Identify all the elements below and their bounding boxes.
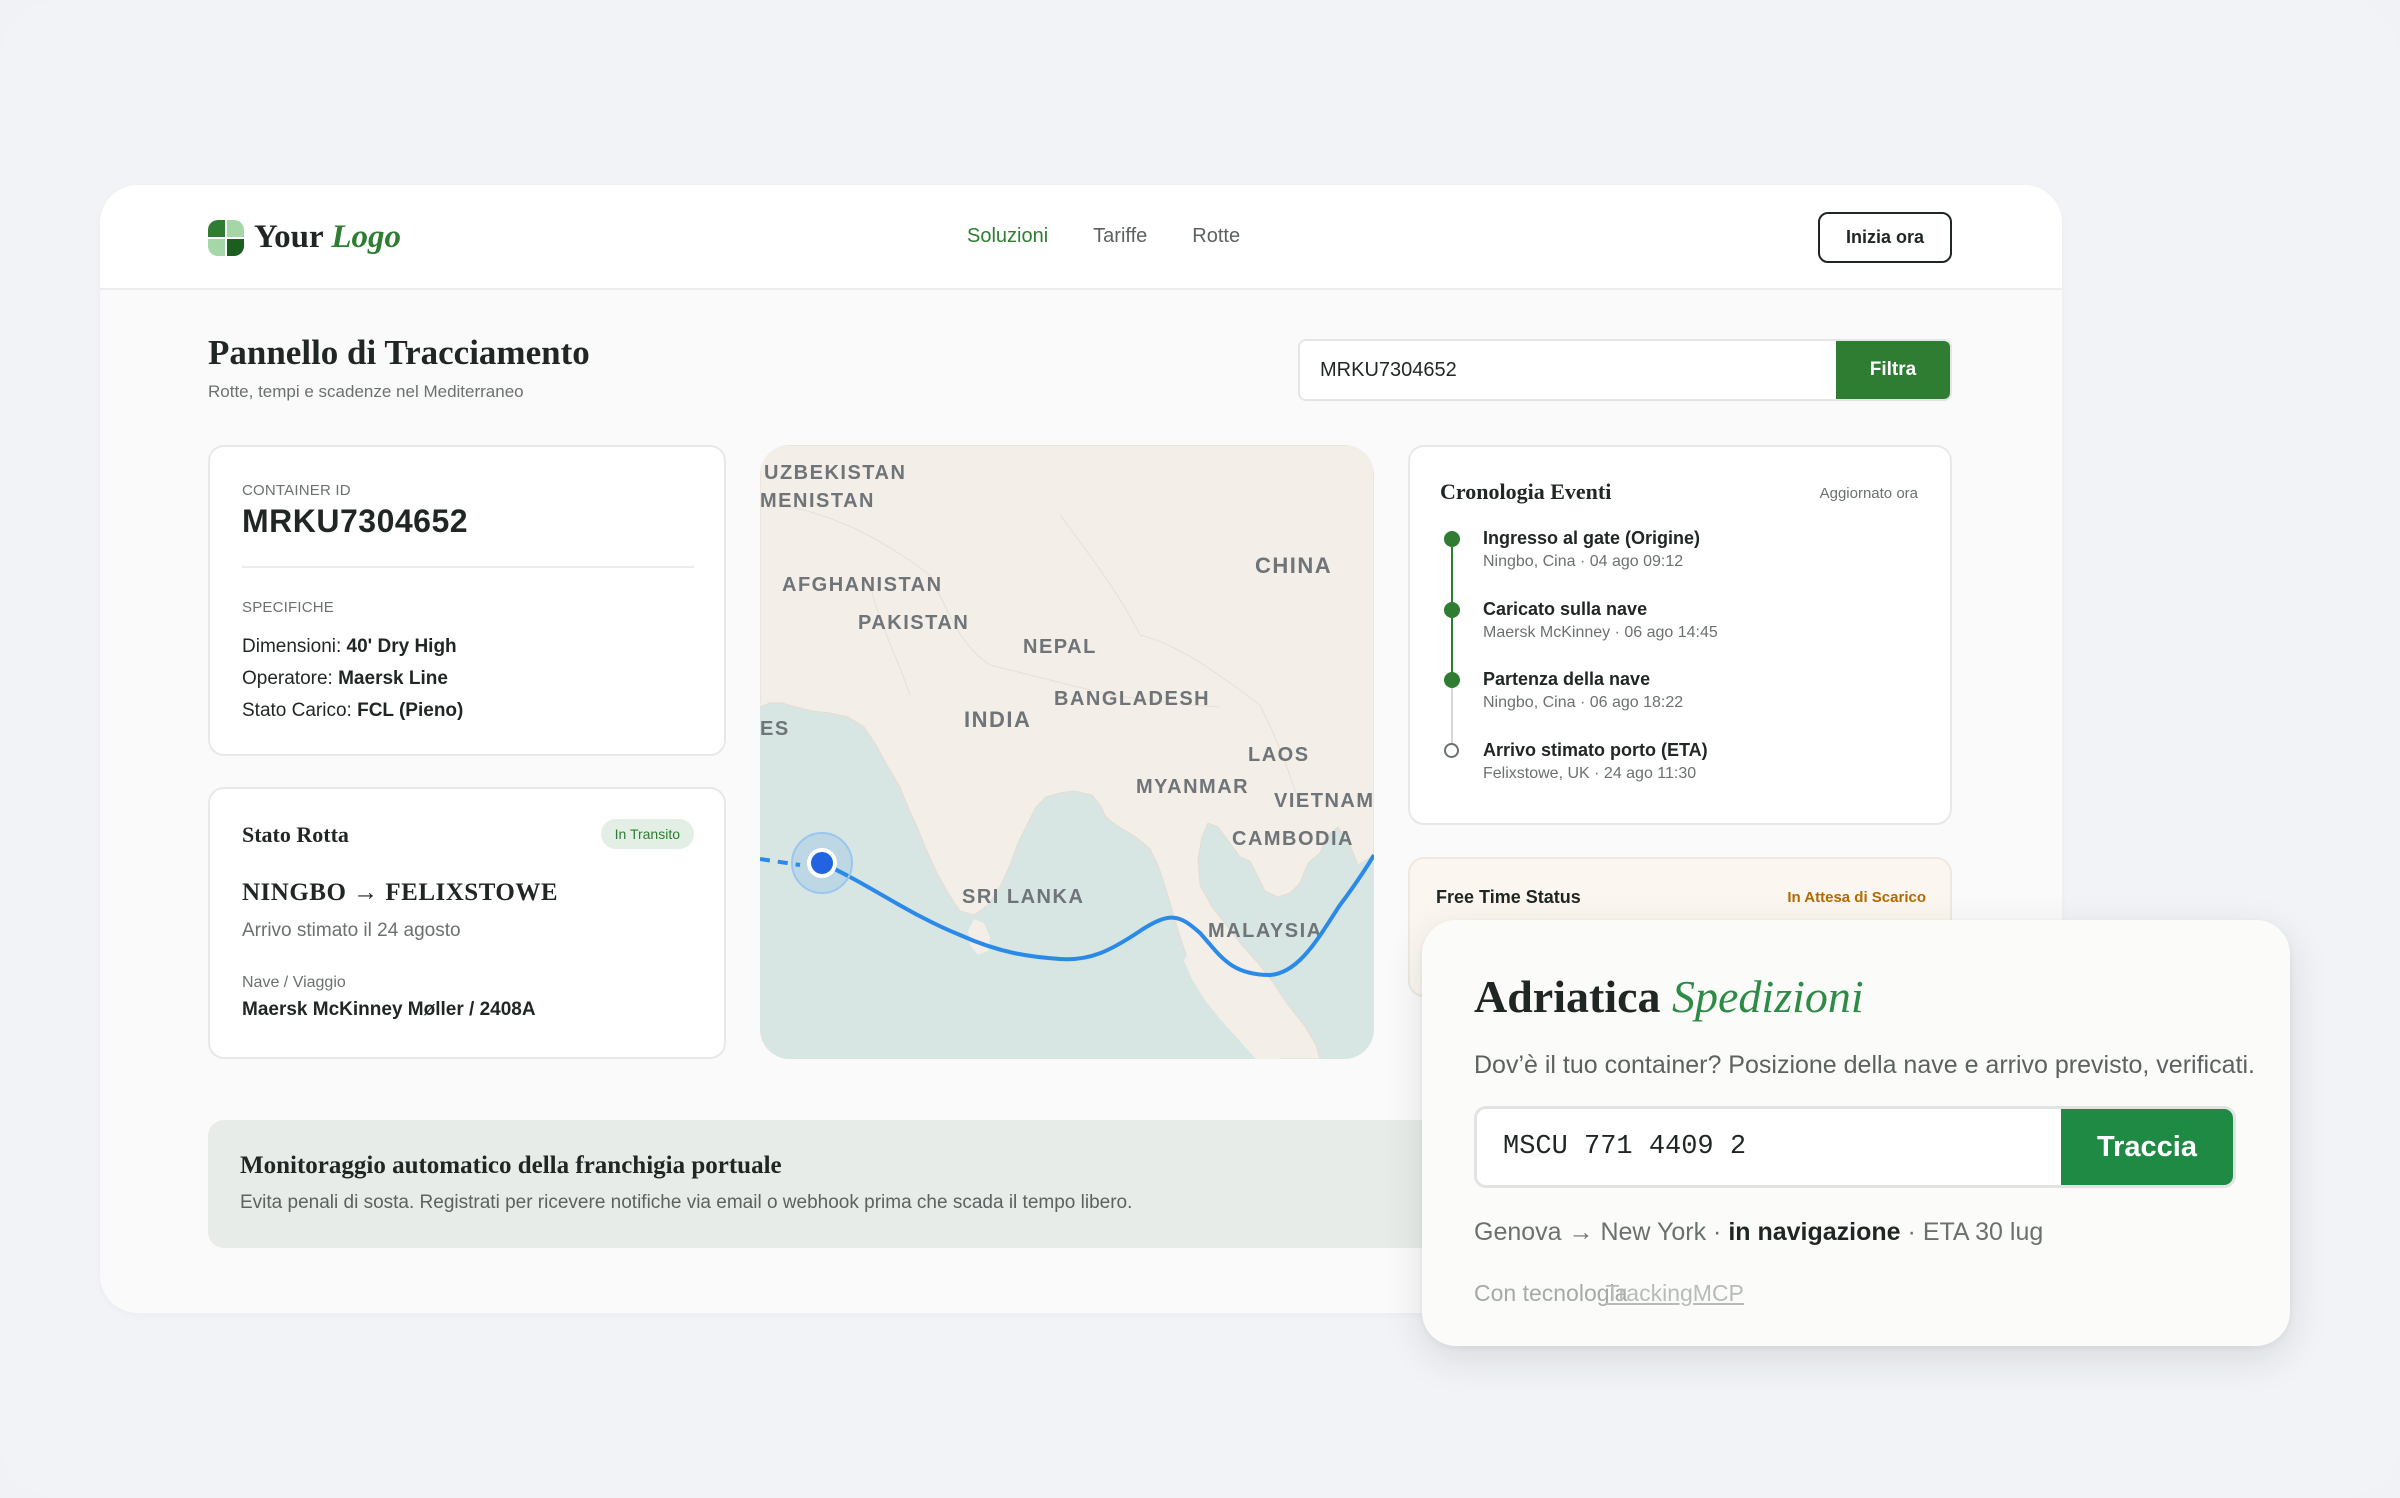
container-id-value: MRKU7304652 (242, 503, 469, 539)
container-card: CONTAINER ID MRKU7304652 SPECIFICHE Dime… (208, 445, 726, 756)
container-id-label: CONTAINER ID (242, 482, 351, 499)
timeline-connector (1451, 617, 1453, 679)
top-navigation-bar: Your Logo Soluzioni Tariffe Rotte Inizia… (100, 185, 2062, 290)
event-done-dot (1444, 531, 1460, 547)
specs-list: Dimensioni: 40' Dry High Operatore: Maer… (242, 631, 463, 727)
container-filter-input[interactable] (1300, 341, 1838, 399)
event-title: Partenza della nave (1483, 669, 1651, 689)
map-label: MYANMAR (1136, 776, 1249, 798)
banner-title: Monitoraggio automatico della franchigia… (240, 1152, 782, 1179)
event-title: Caricato sulla nave (1483, 599, 1648, 619)
route-map[interactable]: UZBEKISTAN MENISTAN AFGHANISTAN PAKISTAN… (760, 445, 1374, 1059)
route-eta: Arrivo stimato il 24 agosto (242, 920, 461, 941)
event-title: Arrivo stimato porto (ETA) (1483, 740, 1708, 760)
map-label: SRI LANKA (962, 886, 1084, 908)
map-label: PAKISTAN (858, 612, 969, 634)
event-detail: Ningbo, Cina · 06 ago 18:22 (1483, 694, 1684, 711)
track-button[interactable]: Traccia (2061, 1109, 2233, 1185)
spec-row: Stato Carico: FCL (Pieno) (242, 700, 464, 721)
vessel-value: Maersk McKinney Møller / 2408A (242, 999, 536, 1020)
route-status-card: Stato Rotta In Transito NINGBO → FELIXST… (208, 787, 726, 1059)
powered-by: Con tecnologiaTrackingMCP (1474, 1280, 1744, 1306)
route-card-title: Stato Rotta (242, 822, 349, 847)
event-done-dot (1444, 672, 1460, 688)
map-label: AFGHANISTAN (782, 574, 943, 596)
map-label: VIETNAM (1274, 790, 1374, 812)
map-label: MALAYSIA (1208, 920, 1323, 942)
start-now-button[interactable]: Inizia ora (1818, 212, 1952, 263)
event-detail: Felixstowe, UK · 24 ago 11:30 (1483, 765, 1697, 782)
widget-title: Adriatica Spedizioni (1474, 971, 1864, 1022)
events-timeline-card: Cronologia Eventi Aggiornato ora Ingress… (1408, 445, 1952, 825)
map-label: INDIA (964, 707, 1031, 732)
filter-button[interactable]: Filtra (1836, 341, 1950, 399)
widget-search-bar: Traccia (1474, 1106, 2236, 1188)
timeline-connector (1451, 547, 1453, 609)
nav-item-rotte[interactable]: Rotte (1192, 225, 1240, 248)
map-label: MENISTAN (760, 490, 875, 512)
widget-description: Dov’è il tuo container? Posizione della … (1474, 1051, 2255, 1079)
map-label: UZBEKISTAN (764, 462, 906, 484)
nav-item-soluzioni[interactable]: Soluzioni (967, 225, 1048, 248)
main-nav: Soluzioni Tariffe Rotte (967, 225, 1240, 248)
vessel-label: Nave / Viaggio (242, 974, 346, 991)
free-time-title: Free Time Status (1436, 887, 1581, 907)
page-title: Pannello di Tracciamento (208, 333, 590, 372)
banner-subtitle: Evita penali di sosta. Registrati per ri… (240, 1192, 1133, 1213)
event-detail: Maersk McKinney · 06 ago 14:45 (1483, 624, 1718, 641)
map-label: CAMBODIA (1232, 828, 1354, 850)
map-label: NEPAL (1023, 636, 1097, 658)
spec-row: Operatore: Maersk Line (242, 668, 448, 689)
filter-bar: Filtra (1298, 339, 1952, 401)
timeline-updated: Aggiornato ora (1819, 485, 1918, 502)
spec-row: Dimensioni: 40' Dry High (242, 636, 457, 657)
status-badge: In Transito (600, 819, 694, 849)
timeline-title: Cronologia Eventi (1440, 479, 1612, 504)
free-time-status: In Attesa di Scarico (1787, 889, 1926, 906)
map-canvas: UZBEKISTAN MENISTAN AFGHANISTAN PAKISTAN… (760, 445, 1374, 1059)
event-pending-dot (1444, 743, 1459, 758)
map-label: BANGLADESH (1054, 688, 1210, 710)
event-detail: Ningbo, Cina · 04 ago 09:12 (1483, 553, 1684, 570)
tracking-widget: Adriatica Spedizioni Dov’è il tuo contai… (1422, 920, 2290, 1346)
route-path: NINGBO → FELIXSTOWE (242, 879, 559, 906)
nav-item-tariffe[interactable]: Tariffe (1093, 225, 1147, 248)
specs-label: SPECIFICHE (242, 599, 335, 616)
vessel-position-marker[interactable] (807, 848, 837, 878)
logo-text: Your Logo (254, 219, 401, 255)
brand-logo[interactable]: Your Logo (208, 219, 401, 256)
timeline-connector (1451, 687, 1453, 749)
map-label: ES (760, 718, 790, 740)
container-number-input[interactable] (1477, 1109, 2063, 1185)
map-label: LAOS (1248, 744, 1310, 766)
logo-mark-icon (208, 219, 244, 256)
map-label: CHINA (1255, 553, 1332, 578)
powered-by-link[interactable]: TrackingMCP (1605, 1280, 1743, 1306)
page-subtitle: Rotte, tempi e scadenze nel Mediterraneo (208, 382, 524, 401)
event-done-dot (1444, 602, 1460, 618)
widget-shipment-status: Genova → New York · in navigazione · ETA… (1474, 1218, 2044, 1246)
event-title: Ingresso al gate (Origine) (1483, 528, 1701, 548)
divider (242, 566, 694, 568)
